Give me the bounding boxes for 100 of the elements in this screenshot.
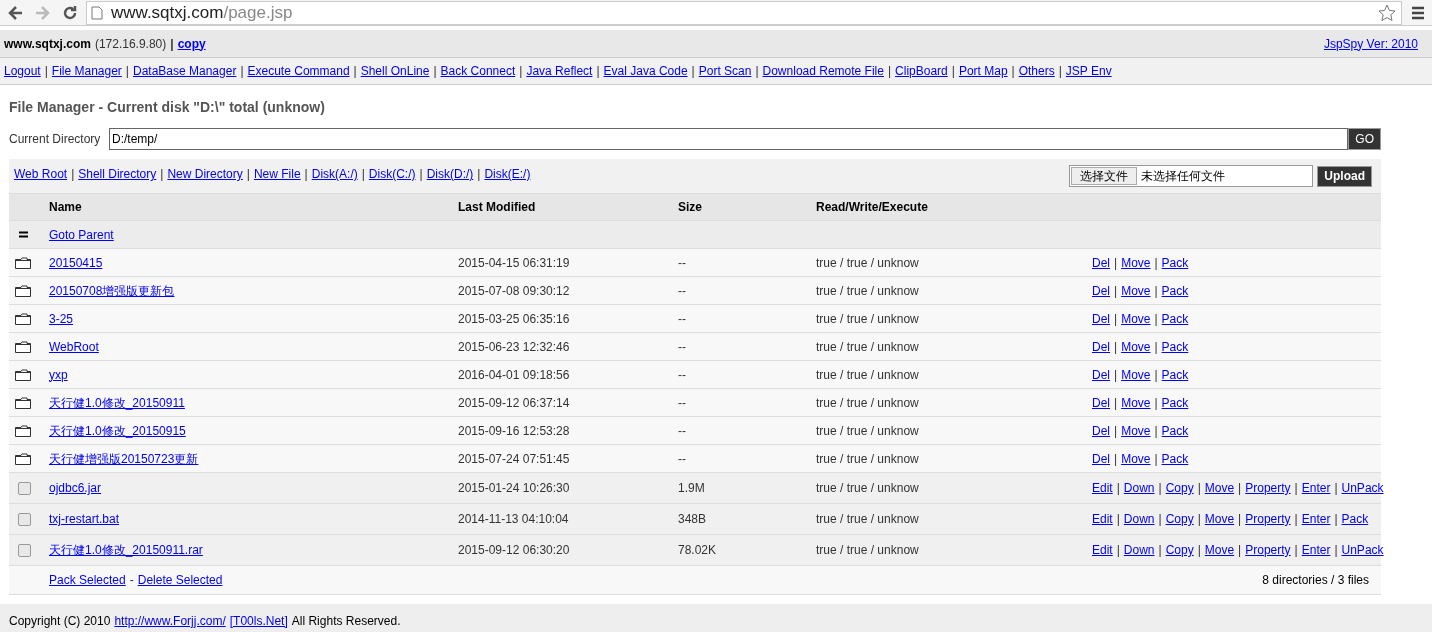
row-checkbox[interactable]: [18, 543, 31, 557]
copy-link[interactable]: copy: [177, 34, 206, 53]
action-link[interactable]: Edit: [1092, 510, 1113, 528]
nav-link[interactable]: Eval Java Code: [603, 62, 688, 80]
file-link[interactable]: txj-restart.bat: [49, 510, 120, 528]
action-link[interactable]: Del: [1092, 337, 1110, 356]
action-link[interactable]: Move: [1121, 449, 1151, 468]
action-link[interactable]: Enter: [1301, 479, 1331, 497]
action-link[interactable]: Move: [1204, 510, 1235, 528]
action-link[interactable]: Del: [1092, 253, 1110, 272]
folder-link[interactable]: 天行健1.0修改_20150911: [49, 393, 185, 412]
separator: |: [1116, 542, 1120, 559]
quick-link[interactable]: Disk(A:/): [311, 165, 358, 183]
permission-cell-text: true / true / unknow: [816, 310, 920, 328]
action-link[interactable]: Del: [1092, 281, 1110, 300]
quick-link[interactable]: New File: [253, 165, 301, 183]
address-bar[interactable]: www.sqtxj.com/page.jsp: [86, 0, 1402, 25]
nav-link[interactable]: Others: [1018, 62, 1055, 80]
action-link[interactable]: Pack: [1161, 393, 1189, 412]
separator: |: [1197, 480, 1201, 497]
folder-link[interactable]: yxp: [49, 365, 68, 384]
folder-link[interactable]: 20150415: [49, 253, 103, 272]
nav-link[interactable]: Shell OnLine: [360, 62, 430, 80]
row-checkbox[interactable]: [18, 481, 31, 495]
action-link[interactable]: Property: [1245, 479, 1291, 497]
action-link[interactable]: UnPack: [1341, 479, 1384, 497]
action-link[interactable]: Move: [1204, 479, 1235, 497]
delete-selected-link[interactable]: Delete Selected: [137, 571, 223, 589]
nav-link[interactable]: Download Remote File: [762, 62, 884, 80]
nav-link[interactable]: ClipBoard: [895, 62, 948, 80]
quick-link[interactable]: Disk(C:/): [368, 165, 416, 183]
action-link[interactable]: Edit: [1092, 541, 1113, 559]
action-link[interactable]: Move: [1121, 309, 1151, 328]
parent-link[interactable]: Goto Parent: [49, 225, 114, 244]
action-link[interactable]: Pack: [1161, 337, 1189, 356]
action-link[interactable]: Pack: [1161, 309, 1189, 328]
nav-link[interactable]: DataBase Manager: [133, 62, 237, 80]
folder-link[interactable]: 天行健增强版20150723更新: [49, 449, 199, 468]
file-input[interactable]: 选择文件 未选择任何文件: [1069, 165, 1314, 187]
file-link[interactable]: ojdbc6.jar: [49, 479, 102, 497]
quick-link[interactable]: Disk(E:/): [484, 165, 531, 183]
action-link[interactable]: Del: [1092, 365, 1110, 384]
go-button[interactable]: GO: [1348, 128, 1381, 150]
directory-field[interactable]: D:/temp/: [109, 128, 1349, 150]
action-link[interactable]: Move: [1204, 541, 1235, 559]
quick-link[interactable]: Web Root: [14, 165, 68, 183]
forjj-link[interactable]: http://www.Forjj.com/: [114, 612, 226, 630]
version-link[interactable]: JspSpy Ver: 2010: [1323, 34, 1418, 53]
nav-link[interactable]: Execute Command: [247, 62, 350, 80]
action-link[interactable]: Down: [1123, 541, 1155, 559]
upload-button[interactable]: Upload: [1317, 165, 1372, 187]
choose-file-button[interactable]: 选择文件: [1071, 167, 1138, 185]
folder-link[interactable]: 20150708增强版更新包: [49, 281, 175, 300]
quick-link[interactable]: Shell Directory: [78, 165, 157, 183]
folder-link[interactable]: 3-25: [49, 309, 74, 328]
action-link[interactable]: Pack: [1341, 510, 1369, 528]
tools-link[interactable]: [T00ls.Net]: [229, 612, 288, 630]
file-link[interactable]: 天行健1.0修改_20150911.rar: [49, 541, 203, 559]
action-link[interactable]: Pack: [1161, 421, 1189, 440]
action-link[interactable]: Copy: [1165, 479, 1194, 497]
action-link[interactable]: Move: [1121, 337, 1151, 356]
row-checkbox[interactable]: [18, 512, 31, 526]
action-link[interactable]: Move: [1121, 365, 1151, 384]
action-link[interactable]: Del: [1092, 393, 1110, 412]
action-link[interactable]: Enter: [1301, 541, 1331, 559]
action-link[interactable]: Pack: [1161, 449, 1189, 468]
separator: |: [1154, 282, 1158, 300]
nav-link[interactable]: File Manager: [51, 62, 122, 80]
action-link[interactable]: Move: [1121, 281, 1151, 300]
pack-selected-link[interactable]: Pack Selected: [49, 571, 126, 589]
action-link[interactable]: Pack: [1161, 253, 1189, 272]
star-icon[interactable]: [1377, 2, 1397, 23]
action-link[interactable]: Move: [1121, 253, 1151, 272]
action-link[interactable]: Del: [1092, 449, 1110, 468]
action-link[interactable]: Edit: [1092, 479, 1113, 497]
nav-link[interactable]: Port Scan: [698, 62, 752, 80]
action-link[interactable]: Pack: [1161, 281, 1189, 300]
folder-link[interactable]: WebRoot: [49, 337, 99, 356]
action-link[interactable]: Move: [1121, 393, 1151, 412]
action-link[interactable]: Enter: [1301, 510, 1331, 528]
nav-link[interactable]: Port Map: [958, 62, 1008, 80]
nav-link[interactable]: Java Reflect: [526, 62, 593, 80]
action-link[interactable]: Del: [1092, 309, 1110, 328]
action-link[interactable]: Property: [1245, 541, 1291, 559]
nav-link[interactable]: Back Connect: [440, 62, 516, 80]
menu-icon[interactable]: [1410, 5, 1426, 20]
quick-link[interactable]: Disk(D:/): [426, 165, 474, 183]
action-link[interactable]: Copy: [1165, 510, 1194, 528]
quick-link[interactable]: New Directory: [167, 165, 243, 183]
action-link[interactable]: Copy: [1165, 541, 1194, 559]
action-link[interactable]: Del: [1092, 421, 1110, 440]
action-link[interactable]: UnPack: [1341, 541, 1384, 559]
nav-link[interactable]: Logout: [4, 62, 41, 80]
folder-link[interactable]: 天行健1.0修改_20150915: [49, 421, 186, 440]
action-link[interactable]: Property: [1245, 510, 1291, 528]
action-link[interactable]: Down: [1123, 510, 1155, 528]
nav-link[interactable]: JSP Env: [1065, 62, 1112, 80]
action-link[interactable]: Move: [1121, 421, 1151, 440]
action-link[interactable]: Down: [1123, 479, 1155, 497]
action-link[interactable]: Pack: [1161, 365, 1189, 384]
